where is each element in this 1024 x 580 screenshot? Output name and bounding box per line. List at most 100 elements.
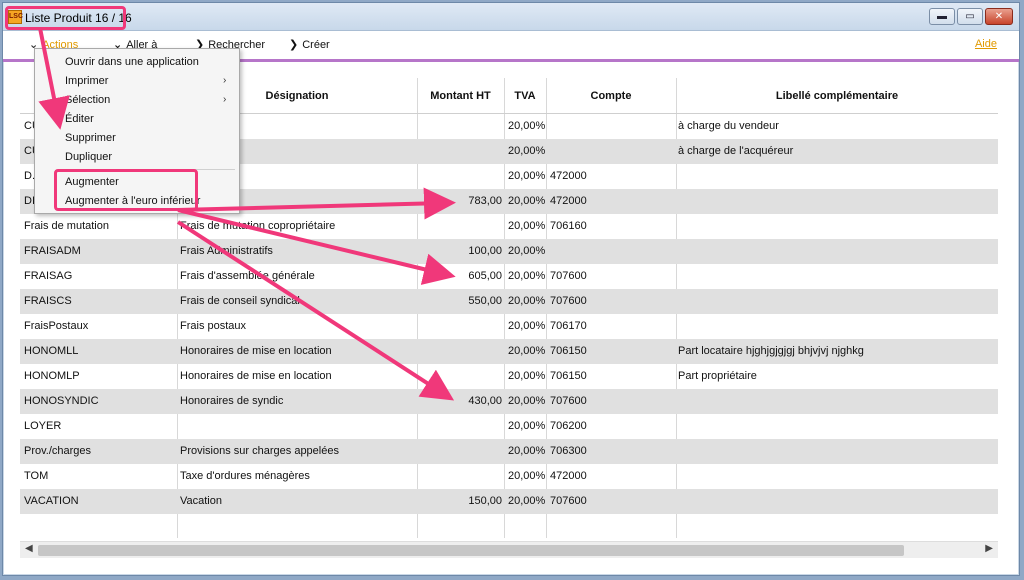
- table-row[interactable]: HONOMLL Honoraires de mise en location 20,…: [20, 339, 998, 364]
- menu-item-editer[interactable]: Éditer: [65, 110, 94, 128]
- cell-code: LOYER: [24, 420, 62, 432]
- cell-libelle: [678, 439, 996, 464]
- close-button[interactable]: ✕: [985, 8, 1013, 25]
- cell-compte: 706150: [550, 345, 587, 357]
- submenu-arrow-icon: ›: [223, 75, 227, 86]
- cell-montant: [418, 464, 502, 489]
- cell-designation: [180, 414, 416, 439]
- cell-designation: Vacation: [180, 495, 222, 507]
- cell-montant: 150,00: [468, 495, 502, 507]
- menu-item-supprimer[interactable]: Supprimer: [65, 129, 116, 147]
- submenu-arrow-icon: ›: [223, 94, 227, 105]
- cell-montant: 550,00: [468, 295, 502, 307]
- cell-compte: 706300: [550, 445, 587, 457]
- cell-compte: 707600: [550, 395, 587, 407]
- cell-montant: 605,00: [468, 270, 502, 282]
- table-row[interactable]: FRAISADM Frais Administratifs 100,00 20,00%: [20, 239, 998, 264]
- cell-montant: 430,00: [468, 395, 502, 407]
- cell-code: FRAISADM: [24, 245, 81, 257]
- window-controls: ▬ ▭ ✕: [929, 8, 1013, 25]
- cell-compte: 707600: [550, 295, 587, 307]
- table-row[interactable]: HONOSYNDIC Honoraires de syndic 430,00 20,0…: [20, 389, 998, 414]
- cell-designation: Honoraires de mise en location: [180, 370, 332, 382]
- cell-montant: [418, 139, 502, 164]
- cell-montant: [418, 414, 502, 439]
- horizontal-scrollbar[interactable]: ◀ ▶: [20, 541, 998, 558]
- cell-montant: [418, 164, 502, 189]
- cell-montant: [418, 314, 502, 339]
- cell-libelle: [678, 289, 996, 314]
- cell-libelle: à charge de l'acquéreur: [678, 145, 794, 157]
- menu-item-selection[interactable]: Sélection ›: [65, 91, 235, 109]
- cell-compte: 707600: [550, 270, 587, 282]
- menu-item-ouvrir[interactable]: Ouvrir dans une application: [65, 53, 199, 71]
- scroll-right-icon[interactable]: ▶: [985, 543, 993, 554]
- cell-code: Frais de mutation: [24, 220, 109, 232]
- cell-montant: 783,00: [468, 195, 502, 207]
- menu-item-label: Sélection: [65, 94, 111, 106]
- minimize-button[interactable]: ▬: [929, 8, 955, 25]
- scrollbar-thumb[interactable]: [38, 545, 904, 556]
- menu-highlight-box: [54, 169, 198, 211]
- cell-montant: [418, 214, 502, 239]
- creer-label: Créer: [302, 39, 330, 51]
- table-row[interactable]: HONOMLP Honoraires de mise en location 20,…: [20, 364, 998, 389]
- header-montant[interactable]: Montant HT: [417, 78, 504, 114]
- cell-compte: 706170: [550, 320, 587, 332]
- header-libelle[interactable]: Libellé complémentaire: [676, 78, 998, 114]
- chevron-right-icon: ❯: [289, 39, 299, 51]
- table-row[interactable]: FRAISCS Frais de conseil syndical 550,00 20…: [20, 289, 998, 314]
- cell-libelle: [678, 464, 996, 489]
- cell-libelle: à charge du vendeur: [678, 120, 779, 132]
- cell-libelle: Part locataire hjghjgjgjgj bhjvjvj njghk…: [678, 345, 864, 357]
- cell-libelle: [678, 314, 996, 339]
- creer-button[interactable]: ❯ Créer: [289, 38, 330, 51]
- cell-compte: 472000: [550, 470, 587, 482]
- cell-compte: 706160: [550, 220, 587, 232]
- cell-libelle: Part propriétaire: [678, 370, 757, 382]
- cell-designation: Provisions sur charges appelées: [180, 445, 339, 457]
- table-row[interactable]: Prov./charges Provisions sur charges appe…: [20, 439, 998, 464]
- cell-designation: Frais de conseil syndical: [180, 295, 300, 307]
- cell-designation: Honoraires de mise en location: [180, 345, 332, 357]
- title-bar: LSC Liste Produit 16 / 16 ▬ ▭ ✕: [3, 3, 1019, 31]
- table-row[interactable]: VACATION Vacation 150,00 20,00% 707600: [20, 489, 998, 514]
- header-compte[interactable]: Compte: [546, 78, 676, 114]
- cell-montant: [418, 339, 502, 364]
- cell-libelle: [678, 264, 996, 289]
- cell-designation: Honoraires de syndic: [180, 395, 284, 407]
- cell-compte: 472000: [550, 170, 587, 182]
- cell-code: TOM: [24, 470, 49, 482]
- cell-libelle: [678, 414, 996, 439]
- cell-designation: Frais d'assemblée générale: [180, 270, 315, 282]
- cell-compte: [550, 239, 670, 264]
- table-row[interactable]: LOYER 20,00% 706200: [20, 414, 998, 439]
- menu-item-label: Imprimer: [65, 75, 109, 87]
- cell-compte: 706150: [550, 370, 587, 382]
- cell-montant: [418, 439, 502, 464]
- cell-designation: Frais Administratifs: [180, 245, 273, 257]
- cell-compte: [550, 114, 670, 139]
- menu-item-dupliquer[interactable]: Dupliquer: [65, 148, 112, 166]
- cell-designation: Frais postaux: [180, 320, 247, 332]
- aide-link[interactable]: Aide: [975, 38, 997, 50]
- cell-code: HONOMLL: [24, 345, 79, 357]
- cell-compte: 707600: [550, 495, 587, 507]
- cell-montant: [418, 364, 502, 389]
- table-row[interactable]: FraisPostaux Frais postaux 20,00% 706170: [20, 314, 998, 339]
- cell-libelle: [678, 389, 996, 414]
- cell-code: VACATION: [24, 495, 79, 507]
- cell-code: FraisPostaux: [24, 320, 89, 332]
- menu-item-imprimer[interactable]: Imprimer ›: [65, 72, 235, 90]
- table-row[interactable]: TOM Taxe d'ordures ménagères 20,00% 472000: [20, 464, 998, 489]
- cell-libelle: [678, 239, 996, 264]
- table-row[interactable]: Frais de mutation Frais de mutation copro…: [20, 214, 998, 239]
- cell-compte: 472000: [550, 195, 587, 207]
- cell-designation: Frais de mutation copropriétaire: [180, 220, 336, 232]
- cell-libelle: [678, 489, 996, 514]
- header-tva[interactable]: TVA: [504, 78, 546, 114]
- maximize-button[interactable]: ▭: [957, 8, 983, 25]
- table-row[interactable]: FRAISAG Frais d'assemblée générale 605,00 2…: [20, 264, 998, 289]
- cell-montant: [418, 114, 502, 139]
- scroll-left-icon[interactable]: ◀: [25, 543, 33, 554]
